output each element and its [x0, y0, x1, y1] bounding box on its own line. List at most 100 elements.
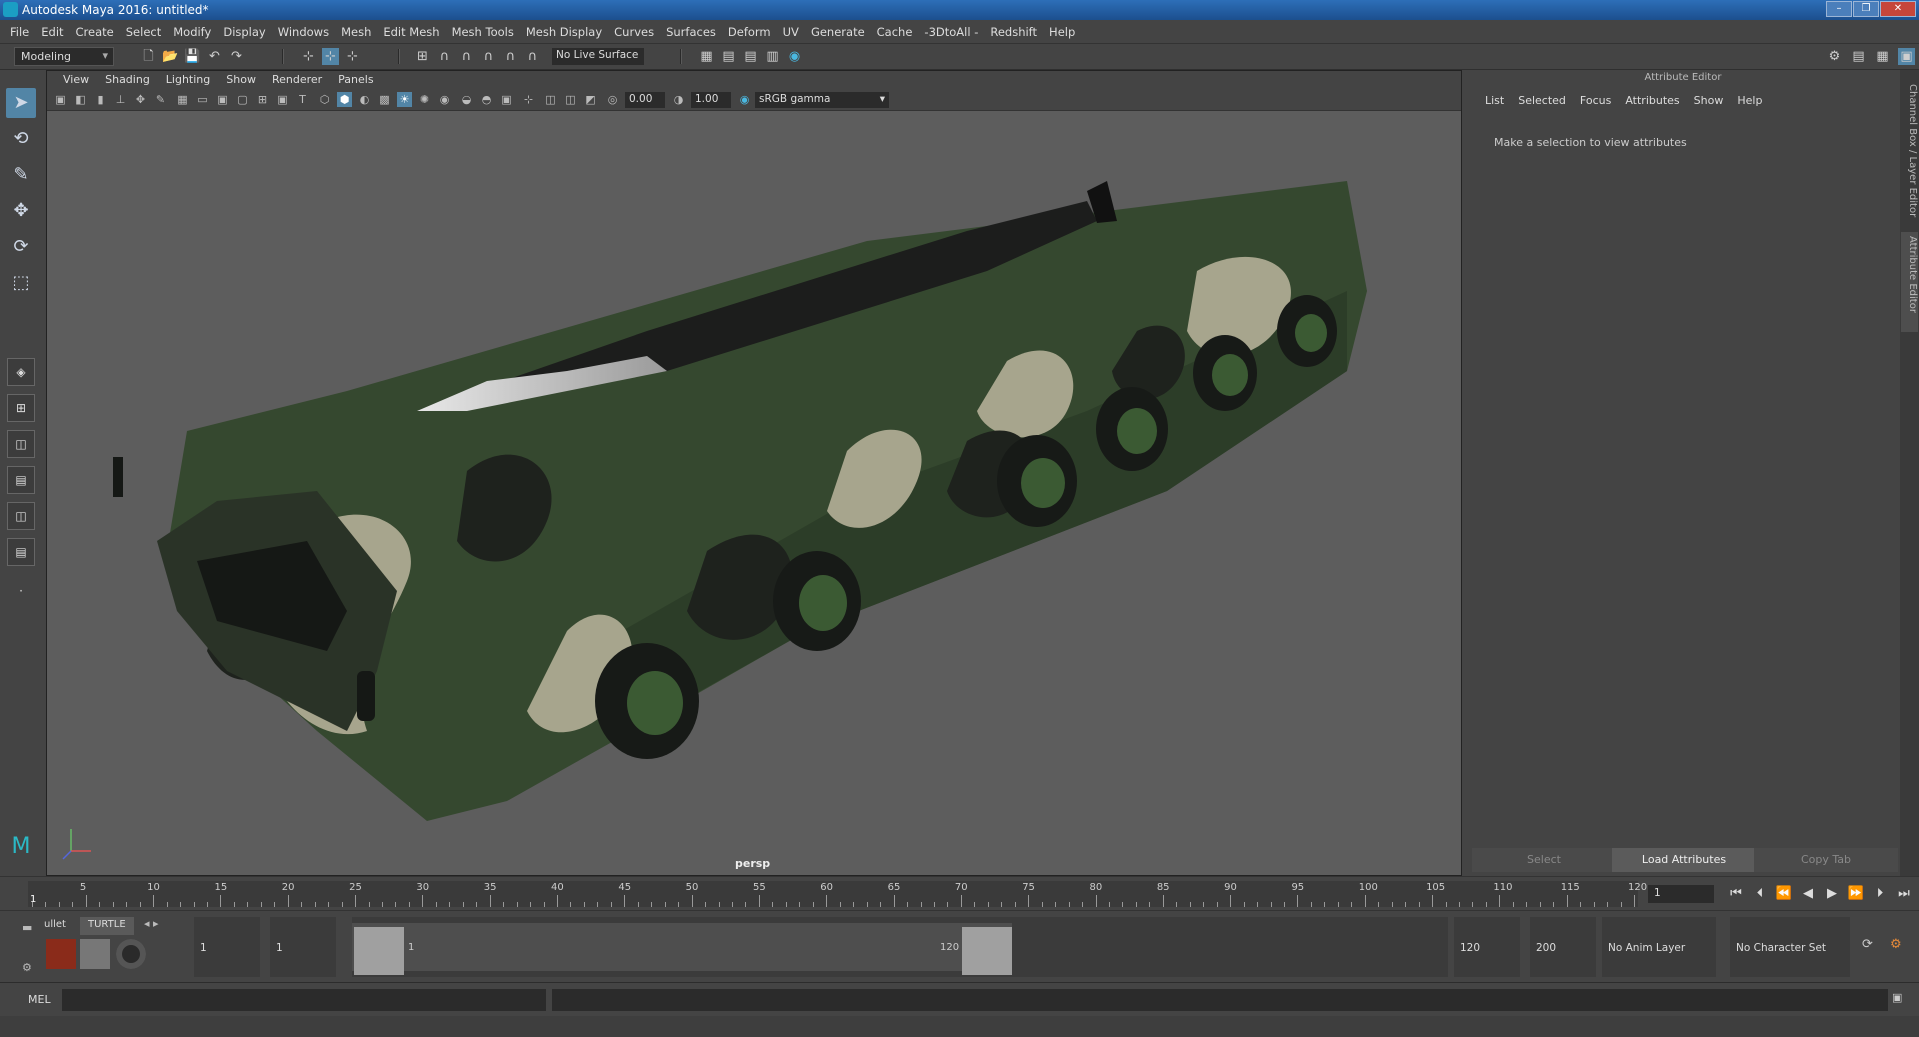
command-input[interactable]	[62, 989, 546, 1011]
attribute-editor-toggle-icon[interactable]: ▤	[1850, 48, 1867, 65]
menu-3dtoall[interactable]: -3DtoAll -	[918, 25, 984, 39]
current-time-marker[interactable]: 1	[30, 894, 36, 905]
menu-mesh-tools[interactable]: Mesh Tools	[446, 25, 520, 39]
render-view-icon[interactable]: ▦	[698, 48, 715, 65]
attribute-editor-menu-list[interactable]: List	[1478, 94, 1511, 107]
field-chart-icon[interactable]: ⊞	[255, 92, 270, 107]
go-to-start-icon[interactable]: ⏮	[1726, 886, 1746, 901]
view-transform-dropdown[interactable]: sRGB gamma ▾	[755, 92, 889, 108]
close-button[interactable]: ✕	[1880, 1, 1916, 17]
viewport-menu-shading[interactable]: Shading	[97, 71, 158, 89]
hypershade-layout-icon[interactable]: ▤	[7, 538, 35, 566]
menu-help[interactable]: Help	[1043, 25, 1081, 39]
four-view-layout-icon[interactable]: ⊞	[7, 394, 35, 422]
paint-select-tool-icon[interactable]: ✎	[6, 160, 36, 190]
channel-box-tab[interactable]: Channel Box / Layer Editor	[1901, 80, 1918, 230]
auto-key-icon[interactable]: ⟳	[1862, 937, 1873, 952]
turtle-baking-icon[interactable]	[80, 939, 110, 969]
play-backwards-icon[interactable]: ◀	[1798, 886, 1818, 901]
viewport-panel[interactable]: View Shading Lighting Show Renderer Panels ▣ …	[46, 70, 1462, 876]
menu-curves[interactable]: Curves	[608, 25, 660, 39]
shelf-tab-turtle[interactable]: TURTLE	[80, 917, 134, 935]
select-hierarchy-icon[interactable]: ⊹	[300, 48, 317, 65]
time-ruler[interactable]: 5 10 15 20 25 30 35 40 45 50 55 60 65 70 75 80 85 90 95 100…	[28, 881, 1647, 907]
live-surface-field[interactable]: No Live Surface	[552, 48, 644, 65]
step-forward-key-icon[interactable]: ⏩	[1846, 886, 1866, 901]
snap-point-icon[interactable]: ∩	[458, 48, 475, 65]
hypershade-icon[interactable]: ◉	[786, 48, 803, 65]
snap-curve-icon[interactable]: ∩	[436, 48, 453, 65]
menu-select[interactable]: Select	[120, 25, 167, 39]
menu-edit-mesh[interactable]: Edit Mesh	[377, 25, 445, 39]
attribute-editor-menu-focus[interactable]: Focus	[1573, 94, 1618, 107]
menu-mesh-display[interactable]: Mesh Display	[520, 25, 608, 39]
step-back-key-icon[interactable]: ⏪	[1774, 886, 1794, 901]
turtle-render-icon[interactable]	[46, 939, 76, 969]
viewport-menu-show[interactable]: Show	[218, 71, 264, 89]
animation-preferences-icon[interactable]: ⚙	[1890, 937, 1902, 952]
camera-attributes-icon[interactable]: ◧	[73, 92, 88, 107]
attribute-editor-tab[interactable]: Attribute Editor	[1901, 232, 1918, 332]
minimize-button[interactable]: –	[1826, 1, 1852, 17]
viewport-menu-renderer[interactable]: Renderer	[264, 71, 330, 89]
gamma-icon[interactable]: ◑	[671, 92, 686, 107]
snap-live-icon[interactable]: ∩	[502, 48, 519, 65]
current-frame-field[interactable]: 1	[1648, 885, 1714, 903]
range-end-handle[interactable]	[962, 927, 1012, 975]
image-plane-icon[interactable]: ⊥	[113, 92, 128, 107]
menu-surfaces[interactable]: Surfaces	[660, 25, 722, 39]
launcher-truck-model[interactable]	[113, 181, 1367, 821]
resolution-gate-icon[interactable]: ▣	[215, 92, 230, 107]
menu-display[interactable]: Display	[217, 25, 271, 39]
new-scene-icon[interactable]: 🗋	[140, 48, 157, 65]
shelf-settings-icon[interactable]: ⚙	[22, 961, 32, 974]
ipr-render-icon[interactable]: ▤	[742, 48, 759, 65]
playback-range-slider[interactable]: 1 120	[352, 917, 1448, 977]
select-object-icon[interactable]: ⊹	[322, 48, 339, 65]
menu-redshift[interactable]: Redshift	[984, 25, 1043, 39]
save-scene-icon[interactable]: 💾	[184, 48, 201, 65]
load-attributes-button[interactable]: Load Attributes	[1612, 848, 1756, 872]
single-perspective-layout-icon[interactable]: ◈	[7, 358, 35, 386]
side-by-side-layout-icon[interactable]: ◫	[7, 430, 35, 458]
render-settings-icon[interactable]: ▥	[764, 48, 781, 65]
menu-windows[interactable]: Windows	[272, 25, 335, 39]
gate-mask-icon[interactable]: ▢	[235, 92, 250, 107]
go-to-end-icon[interactable]: ⏭	[1894, 886, 1914, 901]
render-frame-icon[interactable]: ▤	[720, 48, 737, 65]
menu-uv[interactable]: UV	[777, 25, 805, 39]
playback-end-field[interactable]: 120	[1454, 917, 1520, 977]
screen-space-ao-icon[interactable]: ◉	[437, 92, 452, 107]
snap-magnet-icon[interactable]: ∩	[524, 48, 541, 65]
camera-select-icon[interactable]: ▣	[53, 92, 68, 107]
motion-blur-icon[interactable]: ◒	[459, 92, 474, 107]
end-time-field[interactable]: 200	[1530, 917, 1596, 977]
redo-icon[interactable]: ↷	[228, 48, 245, 65]
menu-file[interactable]: File	[4, 25, 35, 39]
xray-icon[interactable]: ◫	[543, 92, 558, 107]
turtle-surface-icon[interactable]	[116, 939, 146, 969]
menu-edit[interactable]: Edit	[35, 25, 69, 39]
grease-pencil-icon[interactable]: ✎	[153, 92, 168, 107]
safe-action-icon[interactable]: ▣	[275, 92, 290, 107]
select-button[interactable]: Select	[1472, 848, 1616, 872]
open-scene-icon[interactable]: 📂	[162, 48, 179, 65]
viewport-menu-view[interactable]: View	[55, 71, 97, 89]
3d-scene[interactable]	[47, 111, 1463, 877]
attribute-editor-menu-help[interactable]: Help	[1730, 94, 1769, 107]
gamma-field[interactable]: 1.00	[691, 92, 731, 108]
use-all-lights-icon[interactable]: ☀	[397, 92, 412, 107]
collapse-shelf-icon[interactable]: ▬	[22, 921, 32, 934]
modeling-toolkit-icon[interactable]: ⚙	[1826, 48, 1843, 65]
2d-pan-zoom-icon[interactable]: ✥	[133, 92, 148, 107]
menu-cache[interactable]: Cache	[871, 25, 919, 39]
shelf-tab-bullet[interactable]: ullet	[36, 917, 74, 935]
multisample-aa-icon[interactable]: ◓	[479, 92, 494, 107]
film-gate-icon[interactable]: ▭	[195, 92, 210, 107]
snap-view-plane-icon[interactable]: ∩	[480, 48, 497, 65]
menu-create[interactable]: Create	[70, 25, 120, 39]
safe-title-icon[interactable]: T	[295, 92, 310, 107]
menu-modify[interactable]: Modify	[167, 25, 217, 39]
maximize-button[interactable]: ❐	[1853, 1, 1879, 17]
exposure-icon[interactable]: ◎	[605, 92, 620, 107]
